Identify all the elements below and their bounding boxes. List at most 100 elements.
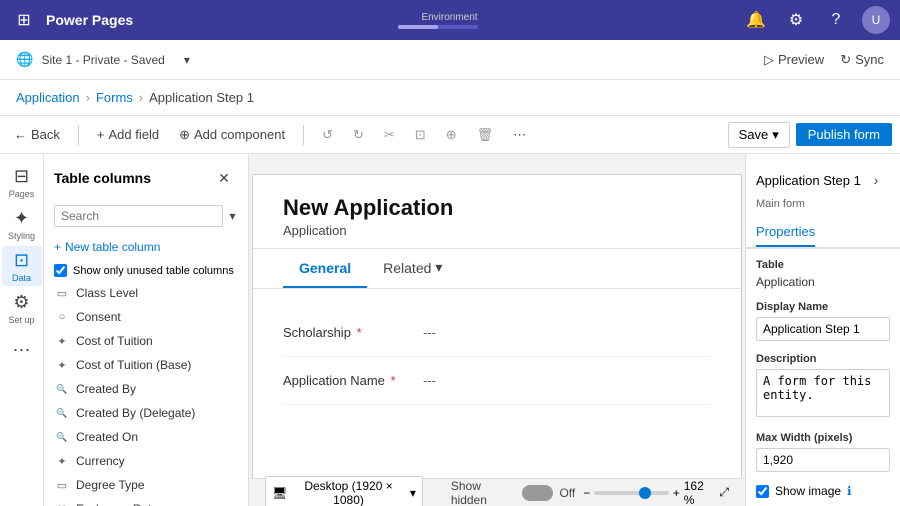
col-type-icon: ✦ — [54, 357, 70, 373]
main-layout: ⊟ Pages ✦ Styling ⊡ Data ⚙ Set up ⋯ Tabl… — [0, 154, 900, 506]
env-label: Environment — [421, 12, 477, 23]
more-button[interactable]: ⋯ — [507, 123, 532, 147]
col-type-icon: ✦ — [54, 333, 70, 349]
back-label: Back — [31, 127, 60, 142]
tab-general[interactable]: General — [283, 249, 367, 288]
filter-icon[interactable]: ▾ — [227, 202, 238, 230]
zoom-minus-icon[interactable]: − — [583, 486, 590, 500]
zoom-level: 162 % — [684, 479, 716, 506]
delete-button[interactable]: 🗑 — [471, 123, 500, 147]
styling-label: Styling — [8, 231, 35, 241]
new-column-button[interactable]: + New table column — [54, 238, 160, 256]
preview-button[interactable]: ▷ Preview — [764, 52, 824, 68]
breadcrumb: Application › Forms › Application Step 1 — [0, 80, 900, 116]
undo-button[interactable]: ↺ — [316, 123, 339, 147]
list-item[interactable]: 🔍 Created On — [44, 425, 248, 449]
help-icon[interactable]: ? — [822, 6, 850, 34]
add-field-button[interactable]: + Add field — [91, 123, 165, 146]
col-name: Created By — [76, 382, 136, 396]
list-item[interactable]: 🔍 Created By (Delegate) — [44, 401, 248, 425]
info-icon[interactable]: ℹ — [847, 484, 852, 498]
right-panel-title: Application Step 1 — [756, 173, 861, 188]
form-canvas: New Application Application General Rela… — [252, 174, 742, 478]
col-name: Cost of Tuition — [76, 334, 153, 348]
breadcrumb-sep2: › — [139, 90, 143, 105]
settings-icon[interactable]: ⚙ — [782, 6, 810, 34]
breadcrumb-part1[interactable]: Application — [16, 90, 80, 105]
sync-icon: ↻ — [840, 52, 851, 68]
nav-more[interactable]: ⋯ — [2, 330, 42, 370]
right-panel-expand-icon[interactable]: › — [862, 166, 890, 194]
app-grid-icon[interactable]: ⊞ — [10, 6, 38, 34]
panel-close-icon[interactable]: ✕ — [210, 164, 238, 192]
publish-label: Publish form — [808, 127, 880, 142]
paste-button[interactable]: ⊕ — [440, 123, 463, 147]
breadcrumb-part2[interactable]: Forms — [96, 90, 133, 105]
canvas-area: New Application Application General Rela… — [249, 154, 745, 506]
redo-button[interactable]: ↻ — [347, 123, 370, 147]
sync-label: Sync — [855, 52, 884, 67]
show-unused-checkbox[interactable] — [54, 264, 67, 277]
publish-button[interactable]: Publish form — [796, 123, 892, 146]
copy-button[interactable]: ⊡ — [409, 123, 432, 147]
right-panel-header: Application Step 1 › — [746, 154, 900, 198]
show-unused-label: Show only unused table columns — [73, 265, 234, 277]
pages-label: Pages — [9, 189, 35, 199]
nav-styling[interactable]: ✦ Styling — [2, 204, 42, 244]
scholarship-value: --- — [423, 325, 436, 340]
sync-button[interactable]: ↻ Sync — [840, 52, 884, 68]
list-item[interactable]: 🔍 Created By — [44, 377, 248, 401]
nav-pages[interactable]: ⊟ Pages — [2, 162, 42, 202]
list-item[interactable]: 00 Exchange Rate — [44, 497, 248, 506]
max-width-section: Max Width (pixels) — [756, 432, 890, 472]
form-title: New Application — [283, 195, 711, 221]
zoom-slider[interactable] — [594, 491, 668, 495]
save-button[interactable]: Save ▾ — [728, 122, 790, 148]
list-item[interactable]: ✦ Cost of Tuition — [44, 329, 248, 353]
list-item[interactable]: ▭ Class Level — [44, 281, 248, 305]
cut-button[interactable]: ✂ — [378, 123, 401, 147]
tab-properties[interactable]: Properties — [756, 218, 815, 247]
save-dropdown-icon: ▾ — [772, 127, 779, 143]
required-asterisk: * — [357, 325, 362, 340]
avatar[interactable]: U — [862, 6, 890, 34]
tab-general-label: General — [299, 260, 351, 276]
col-type-icon: ✦ — [54, 453, 70, 469]
list-item[interactable]: ✦ Cost of Tuition (Base) — [44, 353, 248, 377]
col-type-icon: ▭ — [54, 477, 70, 493]
show-hidden-toggle[interactable] — [522, 485, 554, 501]
description-textarea[interactable]: A form for this entity. — [756, 369, 890, 417]
nav-setup[interactable]: ⚙ Set up — [2, 288, 42, 328]
search-input[interactable] — [54, 205, 223, 227]
nav-data[interactable]: ⊡ Data — [2, 246, 42, 286]
col-type-icon: 🔍 — [54, 405, 70, 421]
breadcrumb-part3: Application Step 1 — [149, 90, 254, 105]
save-label: Save — [739, 127, 769, 142]
column-list: ▭ Class Level ○ Consent ✦ Cost of Tuitio… — [44, 281, 248, 506]
notification-icon[interactable]: 🔔 — [742, 6, 770, 34]
fullscreen-icon[interactable]: ⤢ — [719, 485, 729, 500]
action-divider2 — [303, 125, 304, 145]
action-bar-right: Save ▾ Publish form — [728, 122, 892, 148]
show-image-checkbox[interactable] — [756, 485, 769, 498]
back-button[interactable]: ← Back — [8, 123, 66, 146]
list-item[interactable]: ✦ Currency — [44, 449, 248, 473]
right-panel-body: Table Application Display Name Descripti… — [746, 249, 900, 506]
add-component-label: Add component — [194, 127, 285, 142]
col-name: Exchange Rate — [76, 502, 158, 506]
zoom-thumb[interactable] — [639, 487, 651, 499]
site-dropdown-icon[interactable]: ▾ — [173, 46, 201, 74]
list-item[interactable]: ○ Consent — [44, 305, 248, 329]
top-bar-left: ⊞ Power Pages — [10, 6, 133, 34]
pages-icon: ⊟ — [14, 166, 29, 187]
desktop-selector[interactable]: 🖥 Desktop (1920 × 1080) ▾ — [265, 476, 423, 506]
display-name-input[interactable] — [756, 317, 890, 341]
list-item[interactable]: ▭ Degree Type — [44, 473, 248, 497]
add-component-button[interactable]: ⊕ Add component — [173, 123, 291, 147]
col-type-icon: ○ — [54, 309, 70, 325]
zoom-plus-icon[interactable]: + — [673, 486, 680, 500]
zoom-controls: − + 162 % ⤢ — [583, 479, 729, 506]
max-width-input[interactable] — [756, 448, 890, 472]
tab-related-dropdown-icon: ▾ — [435, 259, 442, 276]
tab-related[interactable]: Related ▾ — [367, 249, 458, 288]
